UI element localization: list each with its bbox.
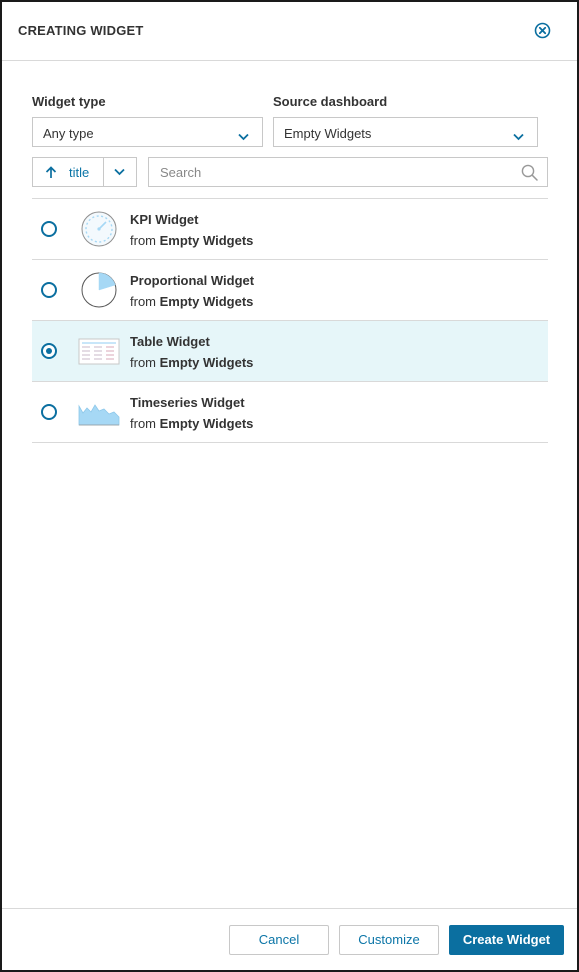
widget-source: from Empty Widgets [130,294,254,309]
widget-name: Proportional Widget [130,273,255,288]
sort-field-label: title [69,165,90,180]
area-chart-icon [78,393,120,431]
dialog-title: CREATING WIDGET [18,23,144,38]
chevron-down-icon [513,128,524,141]
dialog-header: CREATING WIDGET [2,2,577,61]
source-dashboard-label: Source dashboard [273,94,388,109]
widget-row-timeseries[interactable]: Timeseries Widget from Empty Widgets [32,382,548,443]
arrow-up-icon [45,166,57,179]
customize-button[interactable]: Customize [339,925,439,955]
radio-button[interactable] [41,343,57,359]
search-input[interactable] [150,159,510,185]
sort-control: title [32,157,137,187]
radio-button[interactable] [41,282,57,298]
search-box [148,157,548,187]
source-dashboard-select[interactable]: Empty Widgets [273,117,538,147]
table-icon [78,332,120,370]
widget-type-select[interactable]: Any type [32,117,263,147]
widget-type-label: Widget type [32,94,106,109]
create-widget-dialog: CREATING WIDGET Widget type Any type Sou… [0,0,579,972]
close-icon[interactable] [534,22,551,39]
widget-name: Timeseries Widget [130,395,245,410]
kpi-gauge-icon [78,210,120,248]
source-dashboard-value: Empty Widgets [284,126,372,141]
sort-direction-button[interactable]: title [33,158,103,186]
chevron-down-icon [114,168,125,176]
dialog-footer: Cancel Customize Create Widget [2,908,577,970]
widget-type-value: Any type [43,126,94,141]
widget-source: from Empty Widgets [130,233,254,248]
radio-button[interactable] [41,404,57,420]
pie-chart-icon [78,271,120,309]
search-icon[interactable] [521,164,538,181]
widget-name: Table Widget [130,334,210,349]
chevron-down-icon [238,128,249,141]
create-widget-button[interactable]: Create Widget [449,925,564,955]
sort-field-dropdown[interactable] [104,158,136,186]
widget-row-kpi[interactable]: KPI Widget from Empty Widgets [32,199,548,260]
widget-source: from Empty Widgets [130,416,254,431]
widget-row-table[interactable]: Table Widget from Empty Widgets [32,321,548,382]
cancel-button[interactable]: Cancel [229,925,329,955]
widget-source: from Empty Widgets [130,355,254,370]
widget-name: KPI Widget [130,212,199,227]
radio-button[interactable] [41,221,57,237]
widget-list: KPI Widget from Empty Widgets Proportion… [32,198,548,443]
widget-row-proportional[interactable]: Proportional Widget from Empty Widgets [32,260,548,321]
